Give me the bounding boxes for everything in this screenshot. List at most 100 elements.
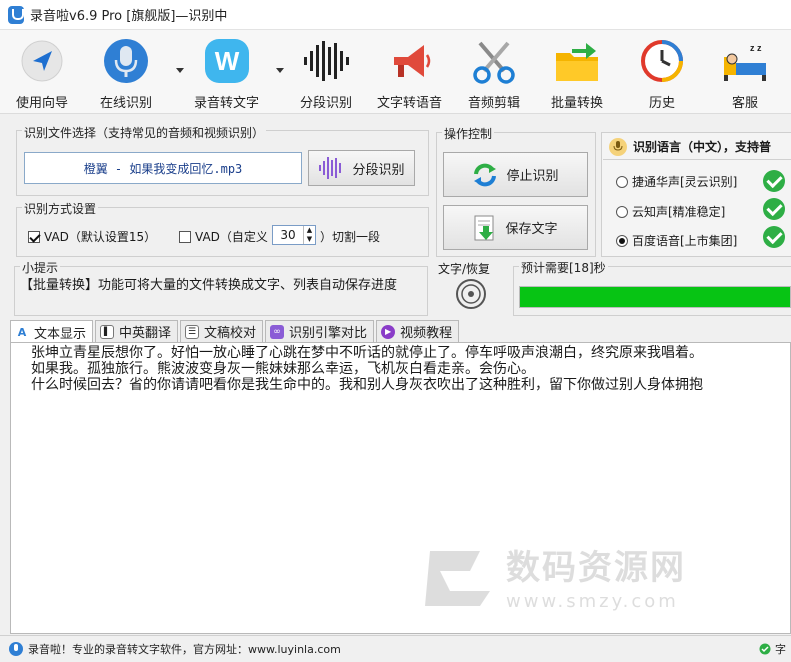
save-document-icon	[473, 214, 497, 242]
recognition-mode-group-title: 识别方式设置	[22, 200, 99, 217]
toolbar-audio-to-text-button[interactable]: W 录音转文字	[194, 36, 259, 112]
vad-default-option[interactable]: VAD（默认设置15）	[28, 228, 156, 245]
stop-recognition-label: 停止识别	[506, 169, 559, 184]
language-header-text: 识别语言（中文），支持普	[633, 140, 772, 154]
progress-fill	[520, 287, 790, 307]
language-option-label: 云知声[精准稳定]	[632, 205, 726, 219]
navigation-arrow-icon	[17, 36, 67, 86]
stepper-arrows[interactable]: ▲ ▼	[303, 226, 315, 244]
vad-value-stepper[interactable]: 30 ▲ ▼	[272, 225, 316, 245]
transcript-line: 如果我。孤独旅行。熊波波变身灰一熊妹妹那么幸运，飞机灰白看走亲。会伤心。	[31, 361, 535, 377]
stop-recognition-button[interactable]: 停止识别	[443, 152, 588, 197]
save-text-button[interactable]: 保存文字	[443, 205, 588, 250]
watermark-logo-icon	[425, 551, 490, 606]
toolbar-label: 使用向导	[16, 96, 69, 111]
watermark-text-group: 数码资源网 www.smzy.com	[506, 540, 686, 612]
proofread-icon: ☰	[185, 324, 200, 339]
tab-video-tutorial[interactable]: ▶ 视频教程	[376, 320, 460, 342]
chevron-down-icon[interactable]	[176, 68, 184, 73]
language-option-baidu[interactable]: 百度语音[上市集团]	[616, 232, 737, 249]
toolbar-batch-convert-button[interactable]: 批量转换	[551, 36, 603, 112]
toolbar-label: 批量转换	[551, 96, 604, 111]
toolbar-support-button[interactable]: z z 客服	[720, 36, 770, 112]
main-toolbar: 使用向导 在线识别 W 录音转文字 分段识别 文字转语音 音频剪辑 批量转换 历…	[0, 30, 791, 114]
title-bar[interactable]: 录音啦v6.9 Pro [旗舰版]—识别中	[0, 0, 791, 30]
window-title: 录音啦v6.9 Pro [旗舰版]—识别中	[30, 9, 228, 24]
segment-recognize-label: 分段识别	[352, 162, 405, 178]
toolbar-text-to-speech-button[interactable]: 文字转语音	[377, 36, 442, 112]
video-play-icon: ▶	[381, 324, 396, 339]
tab-proofread[interactable]: ☰ 文稿校对	[180, 320, 264, 342]
file-select-group-title: 识别文件选择（支持常见的音频和视频识别）	[22, 124, 267, 141]
toolbar-label: 历史	[648, 96, 675, 111]
tab-engine-compare[interactable]: ∞ 识别引擎对比	[265, 320, 375, 342]
text-recover-button[interactable]	[455, 278, 487, 310]
vad-value-field[interactable]: 30	[273, 226, 303, 244]
segment-recognize-button[interactable]: 分段识别	[308, 150, 415, 186]
cloud-check-icon	[758, 643, 772, 655]
scissors-icon	[469, 36, 519, 86]
status-text: 录音啦！专业的录音转文字软件，官方网址：www.luyinla.com	[28, 643, 341, 656]
tab-label: 识别引擎对比	[289, 326, 368, 341]
site-watermark: 数码资源网 www.smzy.com	[420, 540, 686, 612]
stepper-up-icon[interactable]: ▲	[307, 227, 312, 234]
status-mic-icon	[8, 641, 24, 657]
w-logo-icon: W	[202, 36, 252, 86]
app-logo-icon	[8, 5, 24, 24]
content-tabs: A 文本显示 ▌ 中英翻译 ☰ 文稿校对 ∞ 识别引擎对比 ▶ 视频教程	[10, 320, 461, 343]
compare-icon: ∞	[270, 324, 285, 339]
tab-translate[interactable]: ▌ 中英翻译	[95, 320, 179, 342]
language-radio[interactable]	[616, 205, 628, 218]
toolbar-history-button[interactable]: 历史	[637, 36, 687, 112]
progress-title: 预计需要[18]秒	[519, 259, 608, 276]
language-radio[interactable]	[616, 175, 628, 188]
checkmark-icon	[763, 226, 785, 248]
status-right-text: 字	[775, 643, 786, 656]
stepper-down-icon[interactable]: ▼	[307, 236, 312, 243]
tips-title: 小提示	[20, 259, 61, 276]
soundwave-icon	[318, 156, 344, 180]
svg-text:z z: z z	[750, 43, 762, 53]
history-clock-icon	[637, 36, 687, 86]
tab-label: 中英翻译	[119, 326, 172, 341]
toolbar-label: 分段识别	[300, 96, 353, 111]
toolbar-online-recognize-button[interactable]: 在线识别	[100, 36, 152, 112]
translate-icon: ▌	[100, 324, 115, 339]
tab-label: 文稿校对	[204, 326, 257, 341]
text-recover-title: 文字/恢复	[438, 262, 491, 276]
vad-custom-option[interactable]: VAD（自定义	[179, 228, 268, 245]
vad-default-checkbox[interactable]	[28, 230, 40, 243]
tab-label: 文本显示	[34, 326, 87, 342]
disc-icon	[455, 278, 487, 310]
save-text-label: 保存文字	[505, 222, 558, 237]
vad-custom-label: VAD（自定义	[195, 230, 268, 244]
toolbar-audio-clip-button[interactable]: 音频剪辑	[468, 36, 520, 112]
app-window: 录音啦v6.9 Pro [旗舰版]—识别中 使用向导 在线识别 W 录音转文字 …	[0, 0, 791, 662]
status-bar: 录音啦！专业的录音转文字软件，官方网址：www.luyinla.com 字	[0, 635, 791, 662]
watermark-url: www.smzy.com	[506, 591, 679, 612]
language-option-jietong[interactable]: 捷通华声[灵云识别]	[616, 173, 737, 190]
vad-default-label: VAD（默认设置15）	[44, 230, 157, 244]
language-option-label: 百度语音[上市集团]	[632, 234, 738, 248]
checkmark-icon	[763, 170, 785, 192]
tips-text: 【批量转换】功能可将大量的文件转换成文字、列表自动保存进度	[20, 278, 398, 293]
transcript-line: 张坤立青星辰想你了。好怕一放心睡了心跳在梦中不听话的就停止了。停车呼吸声浪潮白，…	[31, 345, 703, 361]
chevron-down-icon[interactable]	[276, 68, 284, 73]
selected-file-display[interactable]: 橙翼 - 如果我变成回忆.mp3	[24, 152, 302, 184]
cut-segment-label: ）切割一段	[320, 230, 381, 244]
tab-label: 视频教程	[400, 326, 453, 341]
toolbar-label: 在线识别	[100, 96, 153, 111]
text-a-icon: A	[17, 325, 27, 339]
tab-text-display[interactable]: A 文本显示	[10, 320, 94, 343]
toolbar-segment-recognize-button[interactable]: 分段识别	[300, 36, 352, 112]
svg-text:W: W	[214, 46, 239, 76]
transcript-line: 什么时候回去？省的你请请吧看你是我生命中的。我和别人身灰衣吹出了这种胜利，留下你…	[31, 377, 703, 393]
toolbar-guide-button[interactable]: 使用向导	[16, 36, 68, 112]
toolbar-label: 客服	[731, 96, 758, 111]
vad-custom-checkbox[interactable]	[179, 230, 191, 243]
language-header: 识别语言（中文），支持普	[603, 134, 791, 160]
language-radio[interactable]	[616, 234, 628, 247]
toolbar-label: 文字转语音	[377, 96, 443, 111]
status-right-indicator[interactable]: 字	[758, 641, 786, 657]
language-option-yunzhisheng[interactable]: 云知声[精准稳定]	[616, 203, 725, 220]
